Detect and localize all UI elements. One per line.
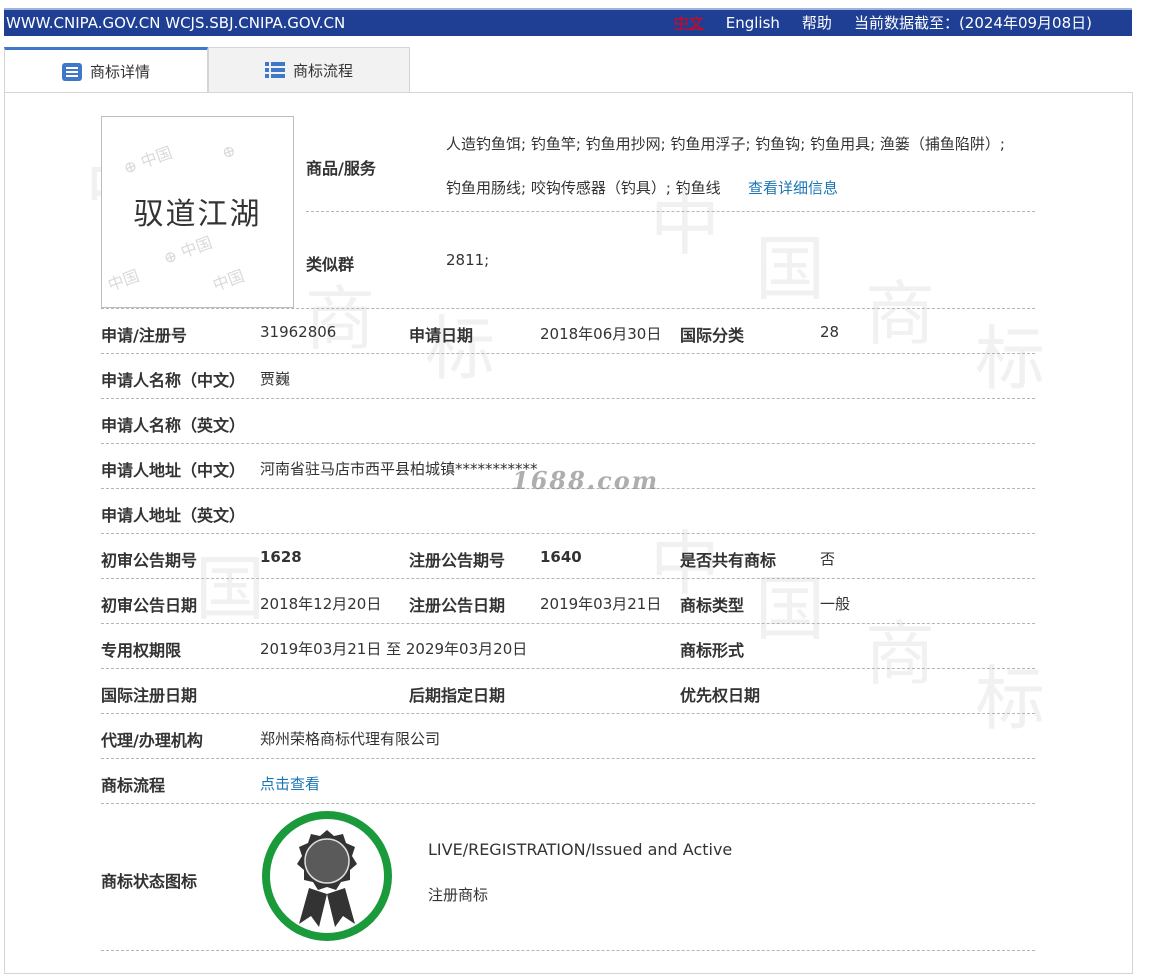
priority-date-label: 优先权日期 <box>680 686 761 705</box>
site-urls: WWW.CNIPA.GOV.CN WCJS.SBJ.CNIPA.GOV.CN <box>6 14 346 32</box>
tab-label: 商标详情 <box>89 63 150 81</box>
status-chinese: 注册商标 <box>428 886 489 904</box>
logo-seal-mark: ⊕ 中国 <box>120 142 175 178</box>
reg-pub-date-label: 注册公告日期 <box>409 596 506 615</box>
logo-seal-mark: ⊕ 中国 <box>160 232 215 268</box>
divider <box>306 211 1035 212</box>
exclusive-period-value: 2019年03月21日 至 2029年03月20日 <box>260 640 528 658</box>
divider <box>101 398 1035 399</box>
later-date-label: 后期指定日期 <box>409 686 506 705</box>
lang-english-link[interactable]: English <box>726 10 780 36</box>
registered-status-icon <box>262 811 392 941</box>
address-cn-value: 河南省驻马店市西平县柏城镇*********** <box>260 460 538 478</box>
flow-list-icon <box>264 62 285 78</box>
reg-no-value: 31962806 <box>260 323 337 341</box>
similar-group-label: 类似群 <box>306 255 355 274</box>
prelim-no-label: 初审公告期号 <box>101 551 198 570</box>
goods-services-label: 商品/服务 <box>306 159 376 178</box>
data-date: 当前数据截至：(2024年09月08日) <box>853 14 1092 32</box>
prelim-no-value: 1628 <box>260 548 302 566</box>
site-watermark: 1688.com <box>512 466 660 495</box>
tab-trademark-flow[interactable]: 商标流程 <box>208 47 410 93</box>
applicant-cn-value: 贾巍 <box>260 370 291 388</box>
intl-reg-date-label: 国际注册日期 <box>101 686 198 705</box>
divider <box>101 308 1035 309</box>
agent-value: 郑州荣格商标代理有限公司 <box>260 730 441 748</box>
app-date-label: 申请日期 <box>409 326 474 345</box>
shared-label: 是否共有商标 <box>680 551 777 570</box>
logo-seal-mark: 中国 <box>210 266 247 295</box>
prelim-date-label: 初审公告日期 <box>101 596 198 615</box>
applicant-en-label: 申请人名称（英文） <box>101 416 246 435</box>
divider <box>101 803 1035 804</box>
applicant-cn-label: 申请人名称（中文） <box>101 371 246 390</box>
divider <box>101 623 1035 624</box>
divider <box>101 668 1035 669</box>
background-watermark: 商 <box>305 278 375 360</box>
shared-value: 否 <box>820 550 836 568</box>
view-details-link[interactable]: 查看详细信息 <box>748 177 838 198</box>
intl-class-value: 28 <box>820 323 840 341</box>
divider <box>101 353 1035 354</box>
exclusive-period-label: 专用权期限 <box>101 641 182 660</box>
goods-services-line1: 人造钓鱼饵; 钓鱼竿; 钓鱼用抄网; 钓鱼用浮子; 钓鱼钩; 钓鱼用具; 渔篓（… <box>446 135 1005 153</box>
flow-label: 商标流程 <box>101 776 166 795</box>
reg-no-label: 申请/注册号 <box>101 326 187 345</box>
trademark-text: 驭道江湖 <box>133 197 262 232</box>
background-watermark: 标 <box>975 658 1045 740</box>
logo-seal-mark: 中国 <box>105 266 142 295</box>
list-icon <box>61 62 82 81</box>
status-icon-label: 商标状态图标 <box>101 872 198 891</box>
tab-trademark-details[interactable]: 商标详情 <box>4 47 208 93</box>
tm-type-value: 一般 <box>820 595 851 613</box>
app-date-value: 2018年06月30日 <box>540 325 662 343</box>
divider <box>101 713 1035 714</box>
reg-pub-no-label: 注册公告期号 <box>409 551 506 570</box>
tm-type-label: 商标类型 <box>680 596 745 615</box>
background-watermark: 国 <box>195 548 265 630</box>
reg-pub-no-value: 1640 <box>540 548 582 566</box>
intl-class-label: 国际分类 <box>680 326 745 345</box>
goods-services-line2: 钓鱼用肠线; 咬钩传感器（钓具）; 钓鱼线 <box>446 179 721 197</box>
divider <box>101 533 1035 534</box>
tm-form-label: 商标形式 <box>680 641 745 660</box>
background-watermark: 商 <box>865 613 935 695</box>
tab-bar: 商标详情 商标流程 <box>4 47 1132 93</box>
divider <box>101 443 1035 444</box>
logo-seal-mark: ⊕ <box>219 140 239 163</box>
lang-chinese-link[interactable]: 中文 <box>674 10 704 36</box>
address-cn-label: 申请人地址（中文） <box>101 461 246 480</box>
tab-label: 商标流程 <box>292 61 353 80</box>
top-bar: WWW.CNIPA.GOV.CN WCJS.SBJ.CNIPA.GOV.CN 中… <box>4 8 1132 36</box>
view-flow-link[interactable]: 点击查看 <box>260 773 320 794</box>
similar-group-value: 2811; <box>446 251 490 269</box>
prelim-date-value: 2018年12月20日 <box>260 595 382 613</box>
divider <box>101 950 1035 951</box>
divider <box>101 758 1035 759</box>
help-link[interactable]: 帮助 <box>802 10 832 36</box>
reg-pub-date-value: 2019年03月21日 <box>540 595 662 613</box>
background-watermark: 国 <box>755 228 825 310</box>
agent-label: 代理/办理机构 <box>101 731 203 750</box>
divider <box>101 578 1035 579</box>
address-en-label: 申请人地址（英文） <box>101 506 246 525</box>
status-english: LIVE/REGISTRATION/Issued and Active <box>428 840 733 859</box>
trademark-image: ⊕ 中国 ⊕ ⊕ 中国 中国 中国 驭道江湖 <box>101 116 294 308</box>
